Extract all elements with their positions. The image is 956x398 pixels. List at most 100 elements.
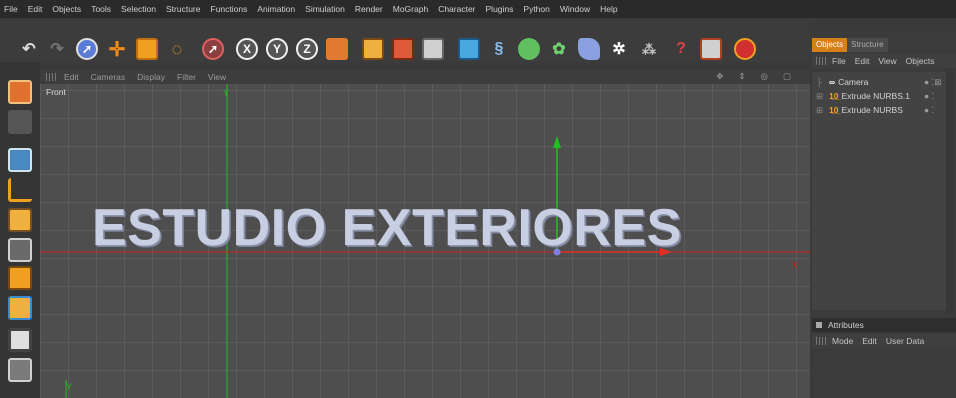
array-icon[interactable]: ✿ (548, 38, 570, 60)
extruded-text-object[interactable]: ESTUDIO EXTERIORES (92, 198, 682, 258)
viewport-menu-edit[interactable]: Edit (64, 72, 79, 82)
scale-icon[interactable] (136, 38, 158, 60)
orbit-icon[interactable]: ◎ (761, 71, 771, 81)
attr-menu-mode[interactable]: Mode (832, 336, 853, 346)
visibility-dots-icon[interactable]: ● ⁚⊠ (924, 77, 941, 88)
menu-objects[interactable]: Objects (52, 4, 81, 14)
extrude-icon: 1̲0̲ (829, 91, 839, 101)
menu-functions[interactable]: Functions (211, 4, 248, 14)
y-axis-label-top: Y (223, 88, 229, 98)
om-menu-file[interactable]: File (832, 56, 846, 66)
live-select-icon[interactable]: ➚ (202, 38, 224, 60)
light-icon[interactable]: ⁂ (638, 38, 660, 60)
object-manager-tabs: Objects Structure (812, 38, 888, 52)
object-axis-icon[interactable] (8, 148, 32, 172)
main-toolbar: ↶ ↷ ➚ ✛ ◌ ➚ X Y Z § ✿ ✲ ⁂ ? (0, 18, 810, 62)
menu-render[interactable]: Render (355, 4, 383, 14)
menu-structure[interactable]: Structure (166, 4, 201, 14)
menu-tools[interactable]: Tools (91, 4, 111, 14)
viewport-menu-display[interactable]: Display (137, 72, 165, 82)
menu-plugins[interactable]: Plugins (486, 4, 514, 14)
tab-objects[interactable]: Objects (812, 38, 848, 52)
viewport-menu-view[interactable]: View (208, 72, 226, 82)
object-manager-menu: File Edit View Objects (812, 54, 956, 68)
camera-icon: ∞ (829, 77, 836, 87)
rotate-icon[interactable]: ◌ (166, 38, 188, 60)
x-axis-icon[interactable]: X (236, 38, 258, 60)
object-list-scrollbar[interactable] (946, 68, 954, 314)
list-item[interactable]: ├ ∞ Camera ● ⁚⊠ (812, 75, 952, 89)
z-axis-icon[interactable]: Z (296, 38, 318, 60)
render-view-icon[interactable] (362, 38, 384, 60)
cube-icon[interactable] (458, 38, 480, 60)
world-coordinates-icon[interactable] (326, 38, 348, 60)
scene-icon[interactable]: ✲ (608, 38, 630, 60)
spline-icon[interactable]: § (488, 38, 510, 60)
visibility-dots-icon[interactable]: ● ⁚ (924, 105, 934, 116)
maximize-icon[interactable]: ▢ (783, 71, 794, 81)
viewport-menu-cameras[interactable]: Cameras (91, 72, 125, 82)
menu-window[interactable]: Window (560, 4, 590, 14)
attr-menu-edit[interactable]: Edit (862, 336, 877, 346)
select-icon[interactable]: ➚ (76, 38, 98, 60)
menu-character[interactable]: Character (438, 4, 475, 14)
menu-help[interactable]: Help (600, 4, 617, 14)
menu-mograph[interactable]: MoGraph (393, 4, 428, 14)
tab-structure[interactable]: Structure (847, 38, 888, 52)
viewport-menu-filter[interactable]: Filter (177, 72, 196, 82)
menu-file[interactable]: File (4, 4, 18, 14)
panel-grip-icon[interactable] (46, 73, 58, 81)
expand-icon[interactable]: ⊞ (816, 91, 826, 102)
pan-icon[interactable]: ✥ (716, 71, 726, 81)
menu-bar: File Edit Objects Tools Selection Struct… (0, 0, 956, 18)
move-icon[interactable]: ✛ (106, 38, 128, 61)
attr-menu-user-data[interactable]: User Data (886, 336, 924, 346)
attributes-header: Attributes (812, 318, 956, 332)
snap-icon[interactable] (8, 328, 32, 352)
menu-edit[interactable]: Edit (28, 4, 43, 14)
visibility-dots-icon[interactable]: ● ⁚ (924, 91, 934, 102)
undo-icon[interactable]: ↶ (18, 38, 40, 60)
workplane-icon[interactable] (8, 296, 32, 320)
expand-icon[interactable]: ⊞ (816, 105, 826, 116)
list-item[interactable]: ⊞ 1̲0̲ Extrude NURBS ● ⁚ (812, 103, 952, 117)
left-tool-palette (0, 62, 40, 398)
material-icon[interactable] (700, 38, 722, 60)
help-icon[interactable] (734, 38, 756, 60)
menu-python[interactable]: Python (523, 4, 549, 14)
menu-selection[interactable]: Selection (121, 4, 156, 14)
texture-mode-icon[interactable] (8, 110, 32, 134)
deformer-icon[interactable] (578, 38, 600, 60)
edit-render-settings-icon[interactable] (422, 38, 444, 60)
viewport-front[interactable]: Front Y X Y ESTUDIO EXTERIORES (40, 84, 810, 398)
om-menu-objects[interactable]: Objects (906, 56, 935, 66)
nurbs-icon[interactable] (518, 38, 540, 60)
extrude-icon: 1̲0̲ (829, 105, 839, 115)
menu-animation[interactable]: Animation (257, 4, 295, 14)
points-mode-icon[interactable] (8, 208, 32, 232)
attributes-icon (816, 322, 822, 328)
object-name: Extrude NURBS.1 (841, 91, 910, 101)
model-mode-icon[interactable] (8, 80, 32, 104)
render-picture-viewer-icon[interactable] (392, 38, 414, 60)
om-menu-edit[interactable]: Edit (855, 56, 870, 66)
tags-icon[interactable]: ? (670, 38, 692, 60)
locked-workplane-icon[interactable] (8, 358, 32, 382)
object-name: Camera (838, 77, 869, 87)
axis-mode-icon[interactable] (8, 178, 32, 202)
object-list: ├ ∞ Camera ● ⁚⊠ ⊞ 1̲0̲ Extrude NURBS.1 ●… (812, 72, 952, 310)
attributes-menu: Mode Edit User Data (812, 334, 956, 348)
panel-grip-icon[interactable] (816, 57, 826, 65)
edges-mode-icon[interactable] (8, 238, 32, 262)
y-axis-icon[interactable]: Y (266, 38, 288, 60)
panel-grip-icon[interactable] (816, 337, 826, 345)
om-menu-view[interactable]: View (878, 56, 896, 66)
x-axis-label: X (792, 260, 798, 270)
menu-simulation[interactable]: Simulation (305, 4, 345, 14)
viewport-menu-bar: Edit Cameras Display Filter View ✥ ⇕ ◎ ▢ (40, 70, 810, 84)
redo-icon[interactable]: ↷ (46, 38, 68, 60)
move-arrow-y (553, 136, 561, 148)
zoom-icon[interactable]: ⇕ (738, 71, 748, 81)
polygons-mode-icon[interactable] (8, 266, 32, 290)
list-item[interactable]: ⊞ 1̲0̲ Extrude NURBS.1 ● ⁚ (812, 89, 952, 103)
